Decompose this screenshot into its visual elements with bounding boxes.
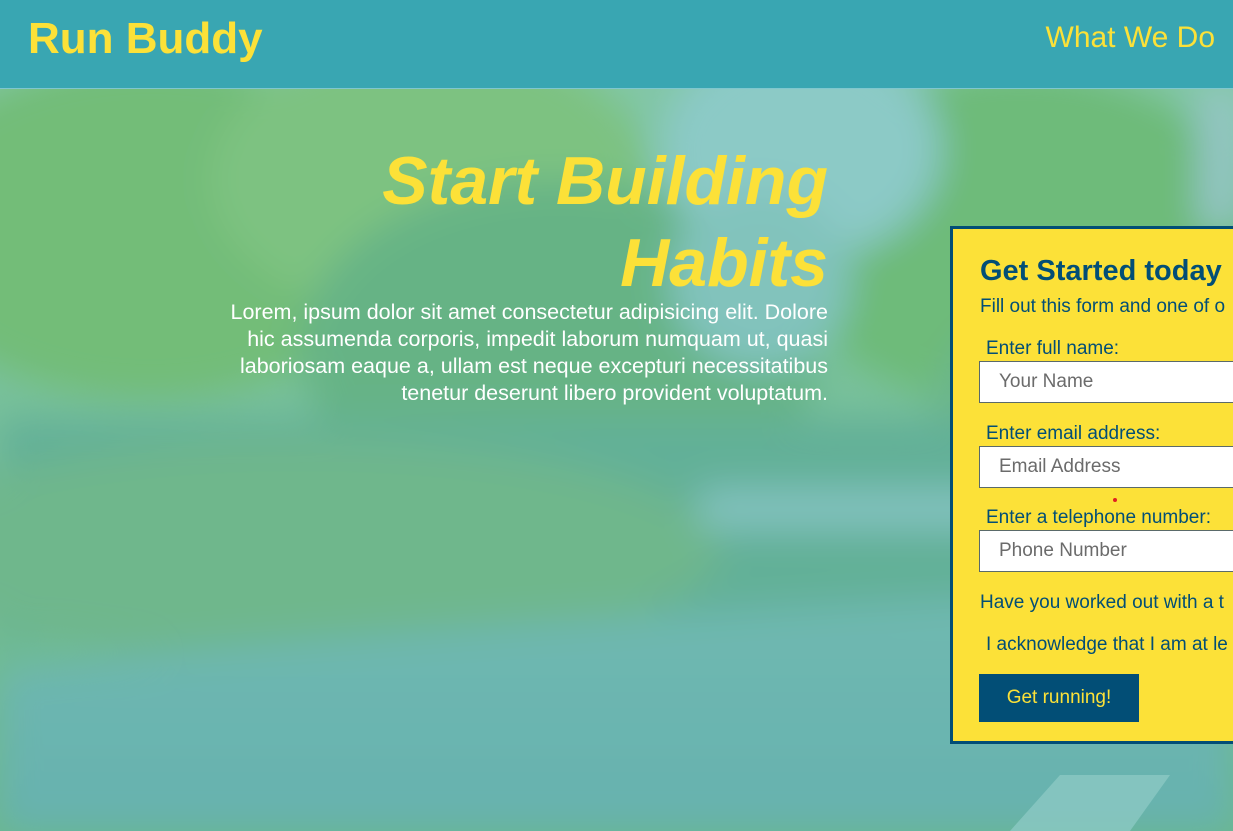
hero-heading-line2: Habits	[620, 225, 828, 301]
phone-label: Enter a telephone number:	[986, 507, 1211, 528]
red-dot-marker	[1113, 498, 1117, 502]
full-name-label: Enter full name:	[986, 338, 1120, 359]
phone-input[interactable]	[979, 530, 1233, 572]
hero-description: Lorem, ipsum dolor sit amet consectetur …	[230, 300, 829, 405]
get-running-button[interactable]: Get running!	[979, 674, 1139, 722]
site-header: Run Buddy What We Do	[0, 0, 1233, 89]
hero-heading-line1: Start Building	[382, 143, 828, 219]
form-subtitle: Fill out this form and one of o	[980, 296, 1226, 317]
signup-form: Get Started today Fill out this form and…	[950, 226, 1233, 744]
form-title: Get Started today	[980, 255, 1222, 287]
email-input[interactable]	[979, 446, 1233, 488]
acknowledge-checkbox-label[interactable]: I acknowledge that I am at le	[986, 633, 1228, 657]
email-label: Enter email address:	[986, 423, 1161, 444]
full-name-input[interactable]	[979, 361, 1233, 403]
site-logo[interactable]: Run Buddy	[28, 14, 263, 64]
trainer-question: Have you worked out with a t	[980, 592, 1224, 613]
hero-heading: Start Building Habits	[200, 140, 828, 304]
nav-link-what-we-do[interactable]: What We Do	[1046, 20, 1216, 56]
